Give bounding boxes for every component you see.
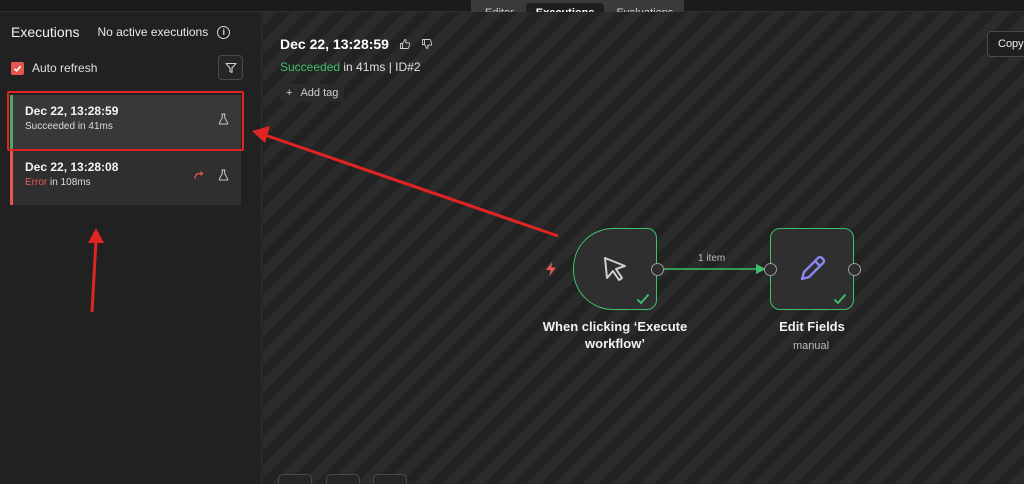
flask-icon[interactable] [218,113,229,125]
auto-refresh-label: Auto refresh [32,61,98,75]
trigger-node-label: When clicking ‘Execute workflow’ [542,319,688,351]
zoom-to-fit-button[interactable] [278,474,312,484]
execution-date: Dec 22, 13:28:59 [25,104,119,118]
zoom-out-button[interactable] [373,474,407,484]
check-icon [13,65,22,72]
retry-icon[interactable] [193,170,204,181]
edit-fields-node[interactable] [770,228,854,310]
output-handle[interactable] [651,263,664,276]
flask-icon[interactable] [218,169,229,181]
success-check-icon [833,293,847,305]
executions-sidebar [0,12,262,484]
zoom-in-button[interactable] [326,474,360,484]
auto-refresh-toggle[interactable]: Auto refresh [11,61,97,75]
auto-refresh-checkbox[interactable] [11,61,24,75]
plus-icon: + [286,87,293,99]
copy-button[interactable]: Copy [987,31,1024,57]
output-handle[interactable] [848,263,861,276]
edit-fields-mode: manual [793,340,830,352]
execution-item-success[interactable]: Dec 22, 13:28:59 Succeeded in 41ms [10,95,241,149]
pencil-icon [800,255,826,281]
execution-header: Dec 22, 13:28:59 Succeeded in 41ms | ID#… [280,36,433,102]
filter-button[interactable] [218,55,243,80]
connection-item-count: 1 item [698,253,726,264]
sidebar-header: Executions No active executions i [11,23,251,41]
execution-title-date: Dec 22, 13:28:59 [280,36,389,52]
add-tag-button[interactable]: + Add tag [280,84,345,102]
cursor-icon [604,257,626,281]
success-check-icon [636,293,650,305]
trigger-node[interactable] [573,228,657,310]
execution-status: Succeeded in 41ms [25,121,113,132]
input-handle[interactable] [764,263,777,276]
thumbs-down-icon[interactable] [421,38,433,50]
execution-item-error[interactable]: Dec 22, 13:28:08 Error in 108ms [10,151,241,205]
thumbs-up-icon[interactable] [399,38,411,50]
edit-fields-label: Edit Fields [779,319,845,334]
info-icon[interactable]: i [217,25,231,39]
filter-icon [224,62,237,73]
execution-summary: Succeeded in 41ms | ID#2 [280,60,421,74]
active-executions-status: No active executions [97,25,209,39]
add-tag-label: Add tag [300,87,339,99]
lightning-icon [546,262,556,276]
sidebar-title: Executions [11,24,80,40]
